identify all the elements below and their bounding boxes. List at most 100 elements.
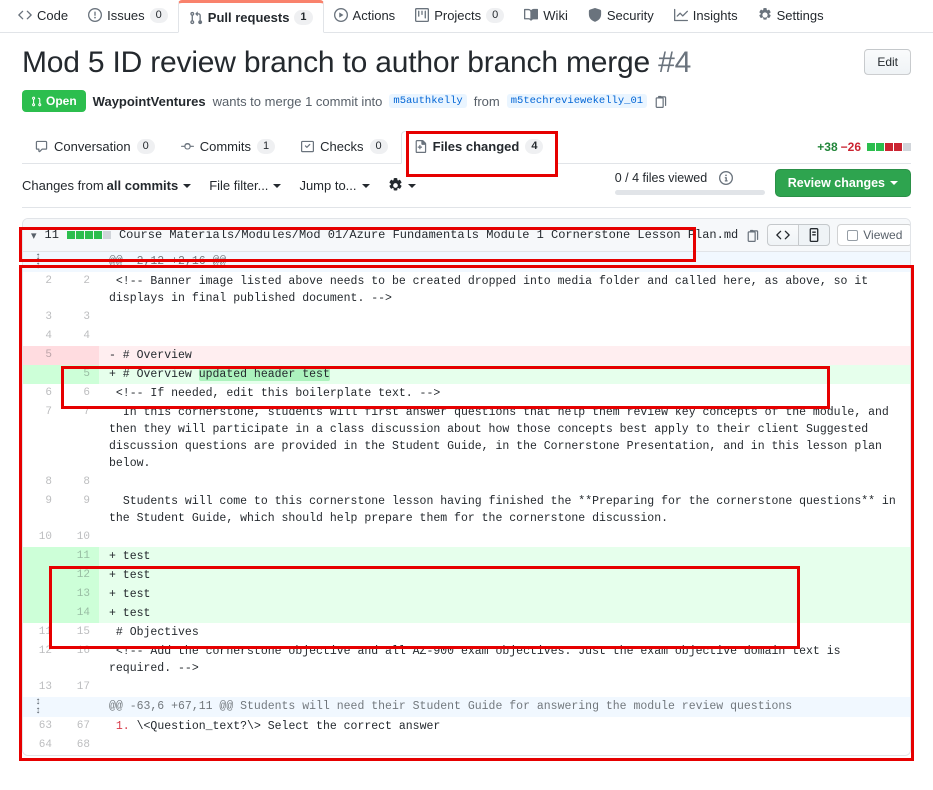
book-icon [524, 8, 539, 22]
diff-code-cell[interactable]: Students will come to this cornerstone l… [99, 492, 910, 528]
word-diff-highlight: updated header test [198, 368, 330, 381]
diff-line-number-new: 6 [61, 384, 99, 403]
diff-code-cell[interactable]: <!-- Add the cornerstone objective and a… [99, 642, 910, 678]
repo-nav-item-pull-requests[interactable]: Pull requests 1 [177, 0, 324, 33]
diff-code-cell[interactable]: + test [99, 604, 910, 623]
file-path[interactable]: Course Materials/Modules/Mod 01/Azure Fu… [119, 228, 738, 242]
file-diff-container: ▾ 11 Course Materials/Modules/Mod 01/Azu… [22, 218, 911, 756]
diff-code-cell[interactable]: + # Overview updated header test [99, 365, 910, 384]
diff-row-hunk: ↕ ↕ @@ -2,12 +2,16 @@ [23, 252, 910, 272]
diff-line-number-old: 4 [23, 327, 61, 346]
diff-line-number-old [23, 604, 61, 623]
repo-nav-item-settings[interactable]: Settings [748, 0, 834, 32]
pr-merge-text-2: from [473, 93, 500, 109]
jump-to-dropdown[interactable]: Jump to... [299, 178, 370, 193]
diff-line-number-old: 12 [23, 642, 61, 678]
diffstat-block [93, 231, 102, 239]
diff-code-cell[interactable] [99, 736, 910, 755]
rich-diff-icon[interactable] [799, 224, 831, 246]
repo-nav-label-issues: Issues [107, 7, 145, 23]
viewed-checkbox-box[interactable] [847, 229, 859, 241]
diff-row-add: 14 + test [23, 604, 910, 623]
diff-code-cell[interactable]: - # Overview [99, 346, 910, 365]
repo-nav-item-security[interactable]: Security [578, 0, 664, 32]
diff-code-cell[interactable]: 1. \<Question_text?\> Select the correct… [99, 717, 910, 736]
info-icon[interactable] [719, 171, 734, 185]
chevron-down-icon [183, 183, 192, 188]
tab-conversation[interactable]: Conversation 0 [22, 131, 168, 164]
diff-code-cell[interactable] [99, 473, 910, 492]
tab-commits[interactable]: Commits 1 [168, 131, 288, 164]
diff-code-cell[interactable] [99, 678, 910, 697]
diff-code-cell[interactable]: + test [99, 585, 910, 604]
repo-nav-item-code[interactable]: Code [8, 0, 78, 32]
diff-row-ctx: 11 15 # Objectives [23, 623, 910, 642]
copy-branch-icon[interactable] [654, 95, 667, 108]
hunk-expand-icon[interactable]: ↕ ↕ [23, 253, 52, 272]
repo-nav-item-actions[interactable]: Actions [324, 0, 406, 32]
viewed-checkbox[interactable]: Viewed [837, 224, 910, 246]
diff-code-cell[interactable] [99, 528, 910, 547]
diff-code-cell[interactable]: <!-- Banner image listed above needs to … [99, 272, 910, 308]
diff-code-cell[interactable]: + test [99, 566, 910, 585]
diffstat-block [84, 231, 93, 239]
pr-merge-text-1: wants to merge 1 commit into [212, 93, 383, 109]
files-viewed-text: 0 / 4 files viewed [614, 171, 708, 185]
checks-icon [301, 140, 315, 153]
graph-icon [673, 8, 688, 22]
diff-settings-button[interactable] [388, 178, 416, 193]
diff-code-cell[interactable]: # Objectives [99, 623, 910, 642]
pr-title-text: Mod 5 ID review branch to author branch … [22, 46, 650, 79]
diffstat-block [876, 143, 884, 151]
diff-row-add: 12 + test [23, 566, 910, 585]
diff-view-toggle [767, 224, 831, 246]
files-viewed-line: 0 / 4 files viewed [615, 171, 765, 185]
pr-author[interactable]: WaypointVentures [93, 94, 206, 109]
file-header: ▾ 11 Course Materials/Modules/Mod 01/Azu… [23, 219, 910, 252]
diffstat-block [102, 231, 111, 239]
diff-line-number-new: 9 [61, 492, 99, 528]
edit-button[interactable]: Edit [864, 49, 911, 75]
diff-code-cell[interactable] [99, 327, 910, 346]
diffstat-block [75, 231, 84, 239]
status-badge-label: Open [46, 94, 77, 108]
changes-from-dropdown[interactable]: Changes from all commits [22, 178, 192, 193]
repo-nav-item-projects[interactable]: Projects 0 [405, 0, 514, 32]
base-branch-chip[interactable]: m5authkelly [389, 94, 467, 108]
file-filter-dropdown[interactable]: File filter... [209, 178, 282, 193]
diff-row-add: 5 + # Overview updated header test [23, 365, 910, 384]
diff-code-cell[interactable]: <!-- If needed, edit this boilerplate te… [99, 384, 910, 403]
diff-code-cell[interactable]: + test [99, 547, 910, 566]
shield-icon [588, 8, 602, 22]
hunk-expand-icon[interactable]: ↕ ↕ [23, 698, 52, 717]
code-icon [18, 8, 32, 22]
diff-row-ctx: 22 <!-- Banner image listed above needs … [23, 272, 910, 308]
issue-icon [88, 8, 103, 22]
repo-nav-item-issues[interactable]: Issues 0 [78, 0, 178, 32]
pr-open-icon [31, 96, 42, 107]
diff-row-ctx: 99 Students will come to this cornerston… [23, 492, 910, 528]
repo-nav-item-insights[interactable]: Insights [664, 0, 748, 32]
diff-line-number-new: 67 [61, 717, 99, 736]
copy-path-icon[interactable] [746, 229, 759, 242]
chevron-down-icon [407, 183, 416, 188]
repo-nav-item-wiki[interactable]: Wiki [514, 0, 578, 32]
chevron-down-icon[interactable]: ▾ [31, 229, 37, 242]
diff-code-cell[interactable]: @@ -2,12 +2,16 @@ [99, 252, 910, 272]
diff-code-cell[interactable] [99, 308, 910, 327]
files-viewed-progress: 0 / 4 files viewed [614, 171, 765, 195]
diff-line-number-new [61, 346, 99, 365]
diff-code-cell[interactable]: @@ -63,6 +67,11 @@ Students will need th… [99, 697, 910, 717]
gear-icon [758, 8, 772, 22]
chevron-down-icon [361, 183, 370, 188]
head-branch-chip[interactable]: m5techreviewekelly_01 [506, 94, 648, 108]
diff-row-ctx: 33 [23, 308, 910, 327]
tab-checks[interactable]: Checks 0 [288, 131, 400, 164]
tab-files-changed[interactable]: Files changed 4 [400, 131, 557, 164]
diff-code-cell[interactable]: In this cornerstone, students will first… [99, 403, 910, 473]
diff-line-number-old: 2 [23, 272, 61, 308]
tab-conversation-label: Conversation [54, 139, 131, 154]
review-changes-button[interactable]: Review changes [774, 169, 911, 197]
code-view-icon[interactable] [767, 224, 800, 246]
diff-row-ctx: 44 [23, 327, 910, 346]
